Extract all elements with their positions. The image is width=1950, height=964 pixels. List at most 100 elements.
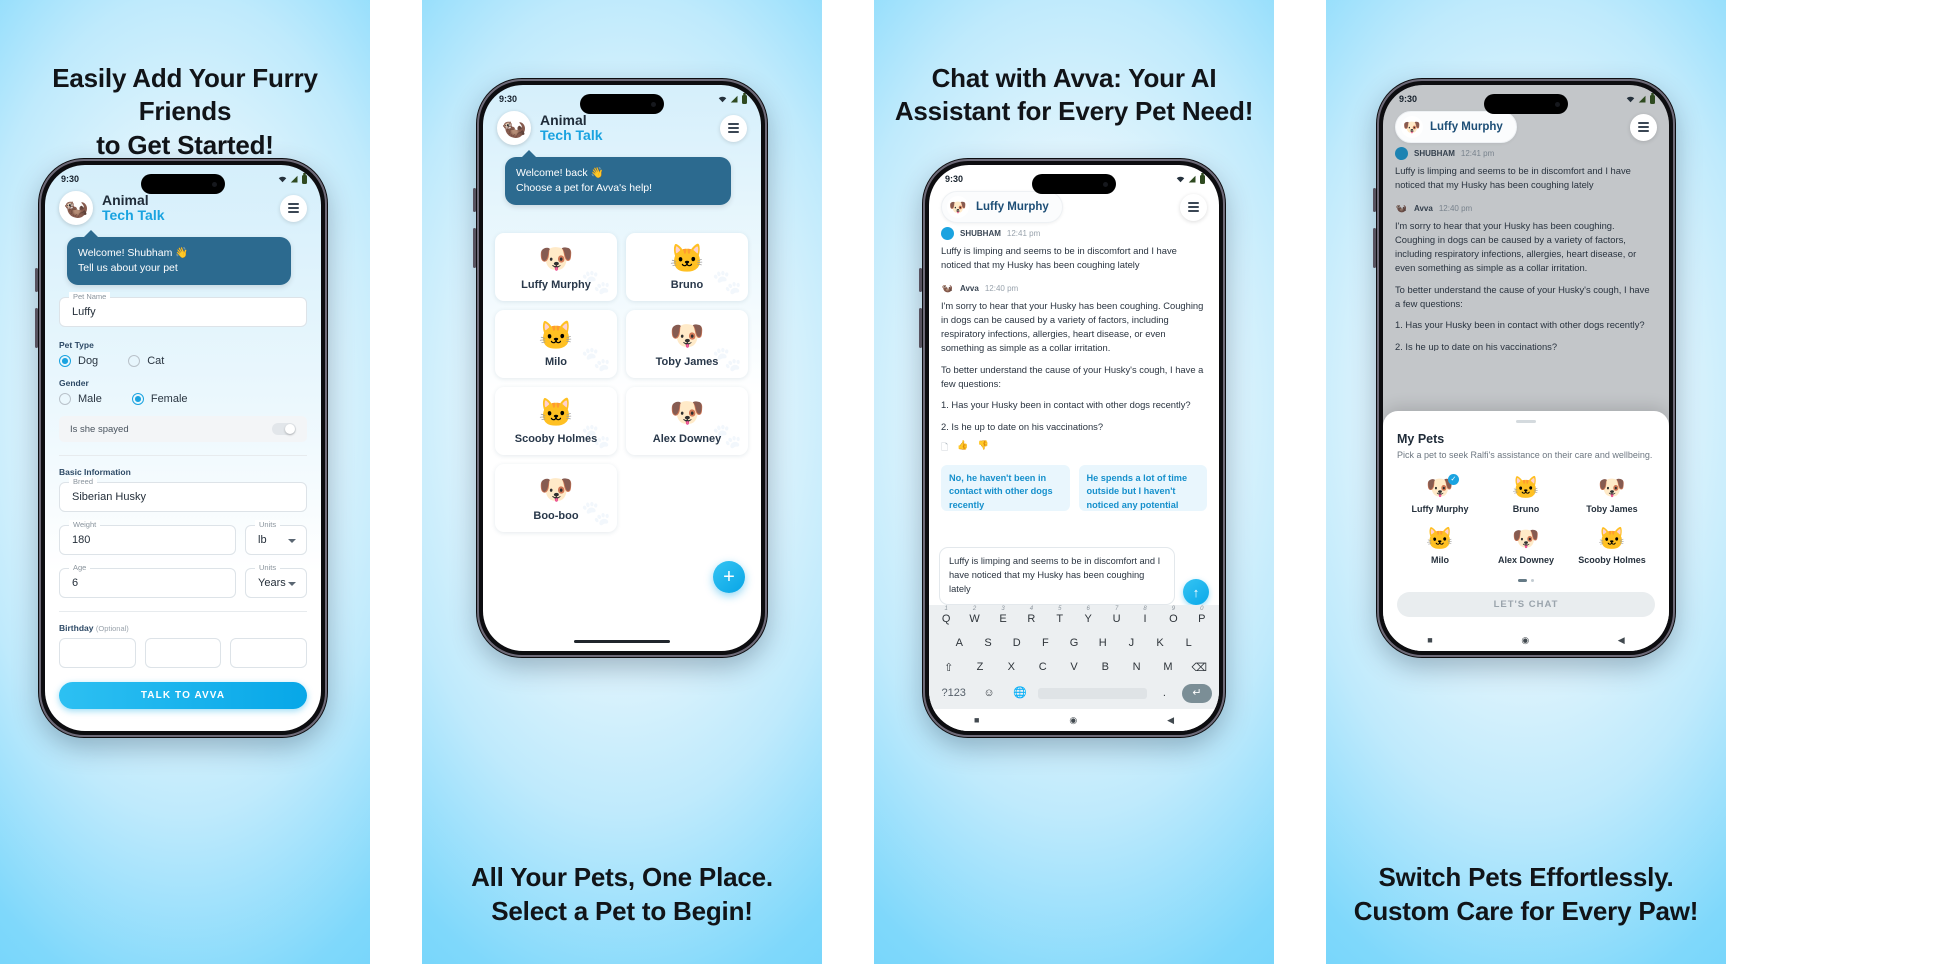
key-r[interactable]: 4R (1018, 606, 1044, 629)
pet-card[interactable]: 🐶 Boo-boo 🐾 (495, 464, 617, 532)
cellular-icon (730, 95, 738, 102)
spayed-switch[interactable] (272, 423, 296, 435)
recents-icon[interactable]: ■ (1427, 635, 1432, 645)
key-t[interactable]: 5T (1047, 606, 1073, 629)
radio-dog[interactable]: Dog (59, 355, 98, 367)
key-o[interactable]: 9O (1160, 606, 1186, 629)
key-w[interactable]: 2W (961, 606, 987, 629)
key-h[interactable]: H (1089, 634, 1116, 653)
pet-card[interactable]: 🐶 Toby James 🐾 (626, 310, 748, 378)
add-pet-fab[interactable]: + (713, 561, 745, 593)
key-label: W (969, 613, 980, 625)
thumbs-up-icon[interactable]: 👍 (957, 440, 968, 456)
home-icon[interactable]: ◉ (1521, 635, 1529, 646)
symbols-key[interactable]: ?123 (936, 684, 971, 703)
backspace-icon[interactable]: ⌫ (1185, 658, 1214, 678)
gender-radio-group: Male Female (59, 393, 307, 405)
key-e[interactable]: 3E (990, 606, 1016, 629)
back-icon[interactable]: ◀ (1167, 715, 1174, 726)
phone-frame-2: 9:30 🦦 Animal Tech Talk Welcome! back 👋 … (473, 78, 768, 658)
key-x[interactable]: X (997, 658, 1026, 678)
hamburger-menu-icon[interactable] (1630, 113, 1657, 141)
key-d[interactable]: D (1003, 634, 1030, 653)
status-bar-4: 9:30 (1383, 85, 1669, 104)
copy-icon[interactable]: 🗋 (941, 440, 948, 456)
key-z[interactable]: Z (965, 658, 994, 678)
key-m[interactable]: M (1153, 658, 1182, 678)
hamburger-menu-icon[interactable] (1180, 193, 1207, 221)
home-icon[interactable]: ◉ (1069, 715, 1077, 726)
emoji-icon[interactable]: ☺ (975, 684, 1002, 703)
sheet-pet-item[interactable]: 🐱 Scooby Holmes (1569, 526, 1655, 565)
hamburger-menu-icon[interactable] (280, 194, 307, 222)
suggestion-chip[interactable]: No, he haven't been in contact with othe… (941, 464, 1070, 511)
message-input[interactable]: Luffy is limping and seems to be in disc… (939, 547, 1175, 605)
age-field[interactable]: Age 6 (59, 563, 236, 598)
recents-icon[interactable]: ■ (974, 715, 979, 725)
radio-female[interactable]: Female (131, 393, 188, 405)
birthday-month-field[interactable] (144, 638, 222, 668)
key-b[interactable]: B (1091, 658, 1120, 678)
globe-icon[interactable]: 🌐 (1007, 683, 1034, 703)
birthday-day-field[interactable] (59, 638, 136, 668)
key-f[interactable]: F (1032, 634, 1059, 653)
pet-card[interactable]: 🐱 Milo 🐾 (495, 310, 617, 378)
pet-name-field[interactable]: Pet Name Luffy (59, 292, 307, 327)
active-pet-chip[interactable]: 🐶 Luffy Murphy (1395, 111, 1517, 143)
active-pet-name: Luffy Murphy (1430, 121, 1503, 133)
keyboard-row-1: 1Q 2W 3E 4R 5T 6Y 7U 8I 9O 0P (933, 606, 1215, 629)
lets-chat-button[interactable]: LET'S CHAT (1397, 592, 1655, 617)
key-l[interactable]: L (1175, 634, 1202, 653)
weight-units-select[interactable]: Units lb (245, 520, 307, 555)
pet-card[interactable]: 🐶 Luffy Murphy 🐾 (495, 233, 617, 301)
pet-emoji-icon: 🐶 (1598, 474, 1626, 500)
radio-male[interactable]: Male (59, 393, 102, 405)
pet-card[interactable]: 🐶 Alex Downey 🐾 (626, 387, 748, 455)
key-k[interactable]: K (1147, 634, 1174, 653)
key-v[interactable]: V (1059, 658, 1088, 678)
status-time: 9:30 (61, 174, 80, 184)
suggestion-chip[interactable]: He spends a lot of time outside but I ha… (1078, 464, 1207, 511)
weight-field[interactable]: Weight 180 (59, 520, 236, 555)
pet-card[interactable]: 🐱 Bruno 🐾 (626, 233, 748, 301)
key-y[interactable]: 6Y (1075, 606, 1101, 629)
sheet-pet-item[interactable]: 🐱 Bruno (1483, 475, 1569, 514)
talk-to-avva-button[interactable]: TALK TO AVVA (59, 682, 307, 709)
key-q[interactable]: 1Q (933, 606, 959, 629)
radio-cat[interactable]: Cat (128, 355, 164, 367)
sheet-pet-item[interactable]: 🐱 Milo (1397, 526, 1483, 565)
hamburger-menu-icon[interactable] (720, 114, 747, 142)
sheet-pet-item[interactable]: 🐶 ✓ Luffy Murphy (1397, 473, 1483, 514)
key-p[interactable]: 0P (1189, 606, 1215, 629)
key-i[interactable]: 8I (1132, 606, 1158, 629)
thumbs-down-icon[interactable]: 👎 (977, 440, 988, 456)
pet-emoji-icon: 🐶 (669, 320, 705, 351)
sheet-pet-item[interactable]: 🐶 Alex Downey (1483, 526, 1569, 565)
age-units-select[interactable]: Units Years (245, 563, 307, 598)
birthday-year-field[interactable] (230, 638, 308, 668)
key-j[interactable]: J (1118, 634, 1145, 653)
key-a[interactable]: A (946, 634, 973, 653)
period-key[interactable]: . (1151, 684, 1178, 703)
key-g[interactable]: G (1061, 634, 1088, 653)
form-divider (59, 455, 307, 456)
sheet-grabber[interactable] (1516, 420, 1536, 424)
home-indicator (574, 639, 670, 643)
pet-emoji-icon: 🐶 (1426, 474, 1454, 500)
shift-icon[interactable]: ⇧ (934, 658, 963, 678)
key-u[interactable]: 7U (1103, 606, 1129, 629)
active-pet-chip[interactable]: 🐶 Luffy Murphy (941, 191, 1063, 223)
page-indicator (1397, 579, 1655, 582)
send-arrow-up-icon[interactable]: ↑ (1183, 579, 1209, 605)
enter-icon[interactable]: ↵ (1182, 683, 1213, 703)
key-c[interactable]: C (1028, 658, 1057, 678)
spayed-toggle-row[interactable]: Is she spayed (59, 416, 307, 442)
back-icon[interactable]: ◀ (1618, 635, 1625, 646)
key-n[interactable]: N (1122, 658, 1151, 678)
key-s[interactable]: S (975, 634, 1002, 653)
breed-field[interactable]: Breed Siberian Husky (59, 477, 307, 512)
spacebar-key[interactable] (1037, 687, 1147, 699)
pet-card[interactable]: 🐱 Scooby Holmes 🐾 (495, 387, 617, 455)
key-num: 3 (1001, 606, 1005, 612)
sheet-pet-item[interactable]: 🐶 Toby James (1569, 474, 1655, 514)
